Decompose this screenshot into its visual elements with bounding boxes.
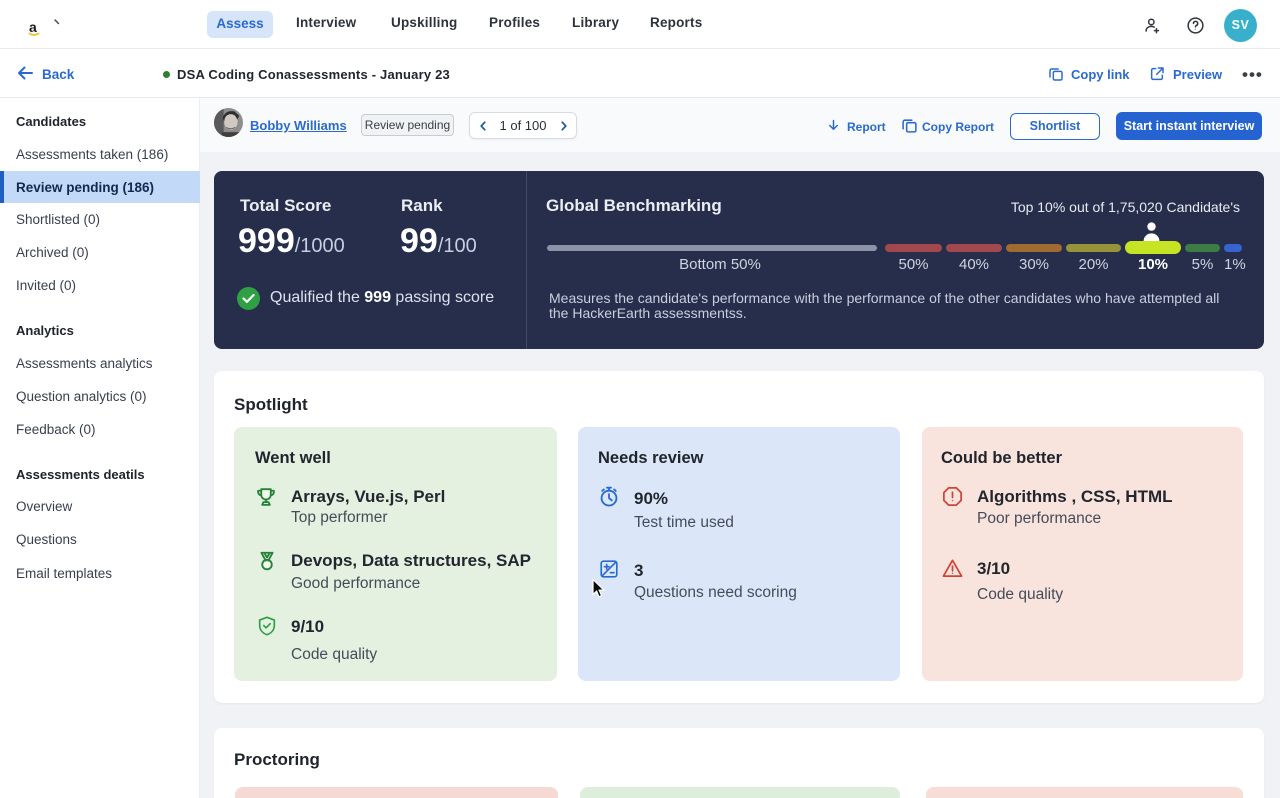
svg-text:a: a <box>29 19 37 35</box>
